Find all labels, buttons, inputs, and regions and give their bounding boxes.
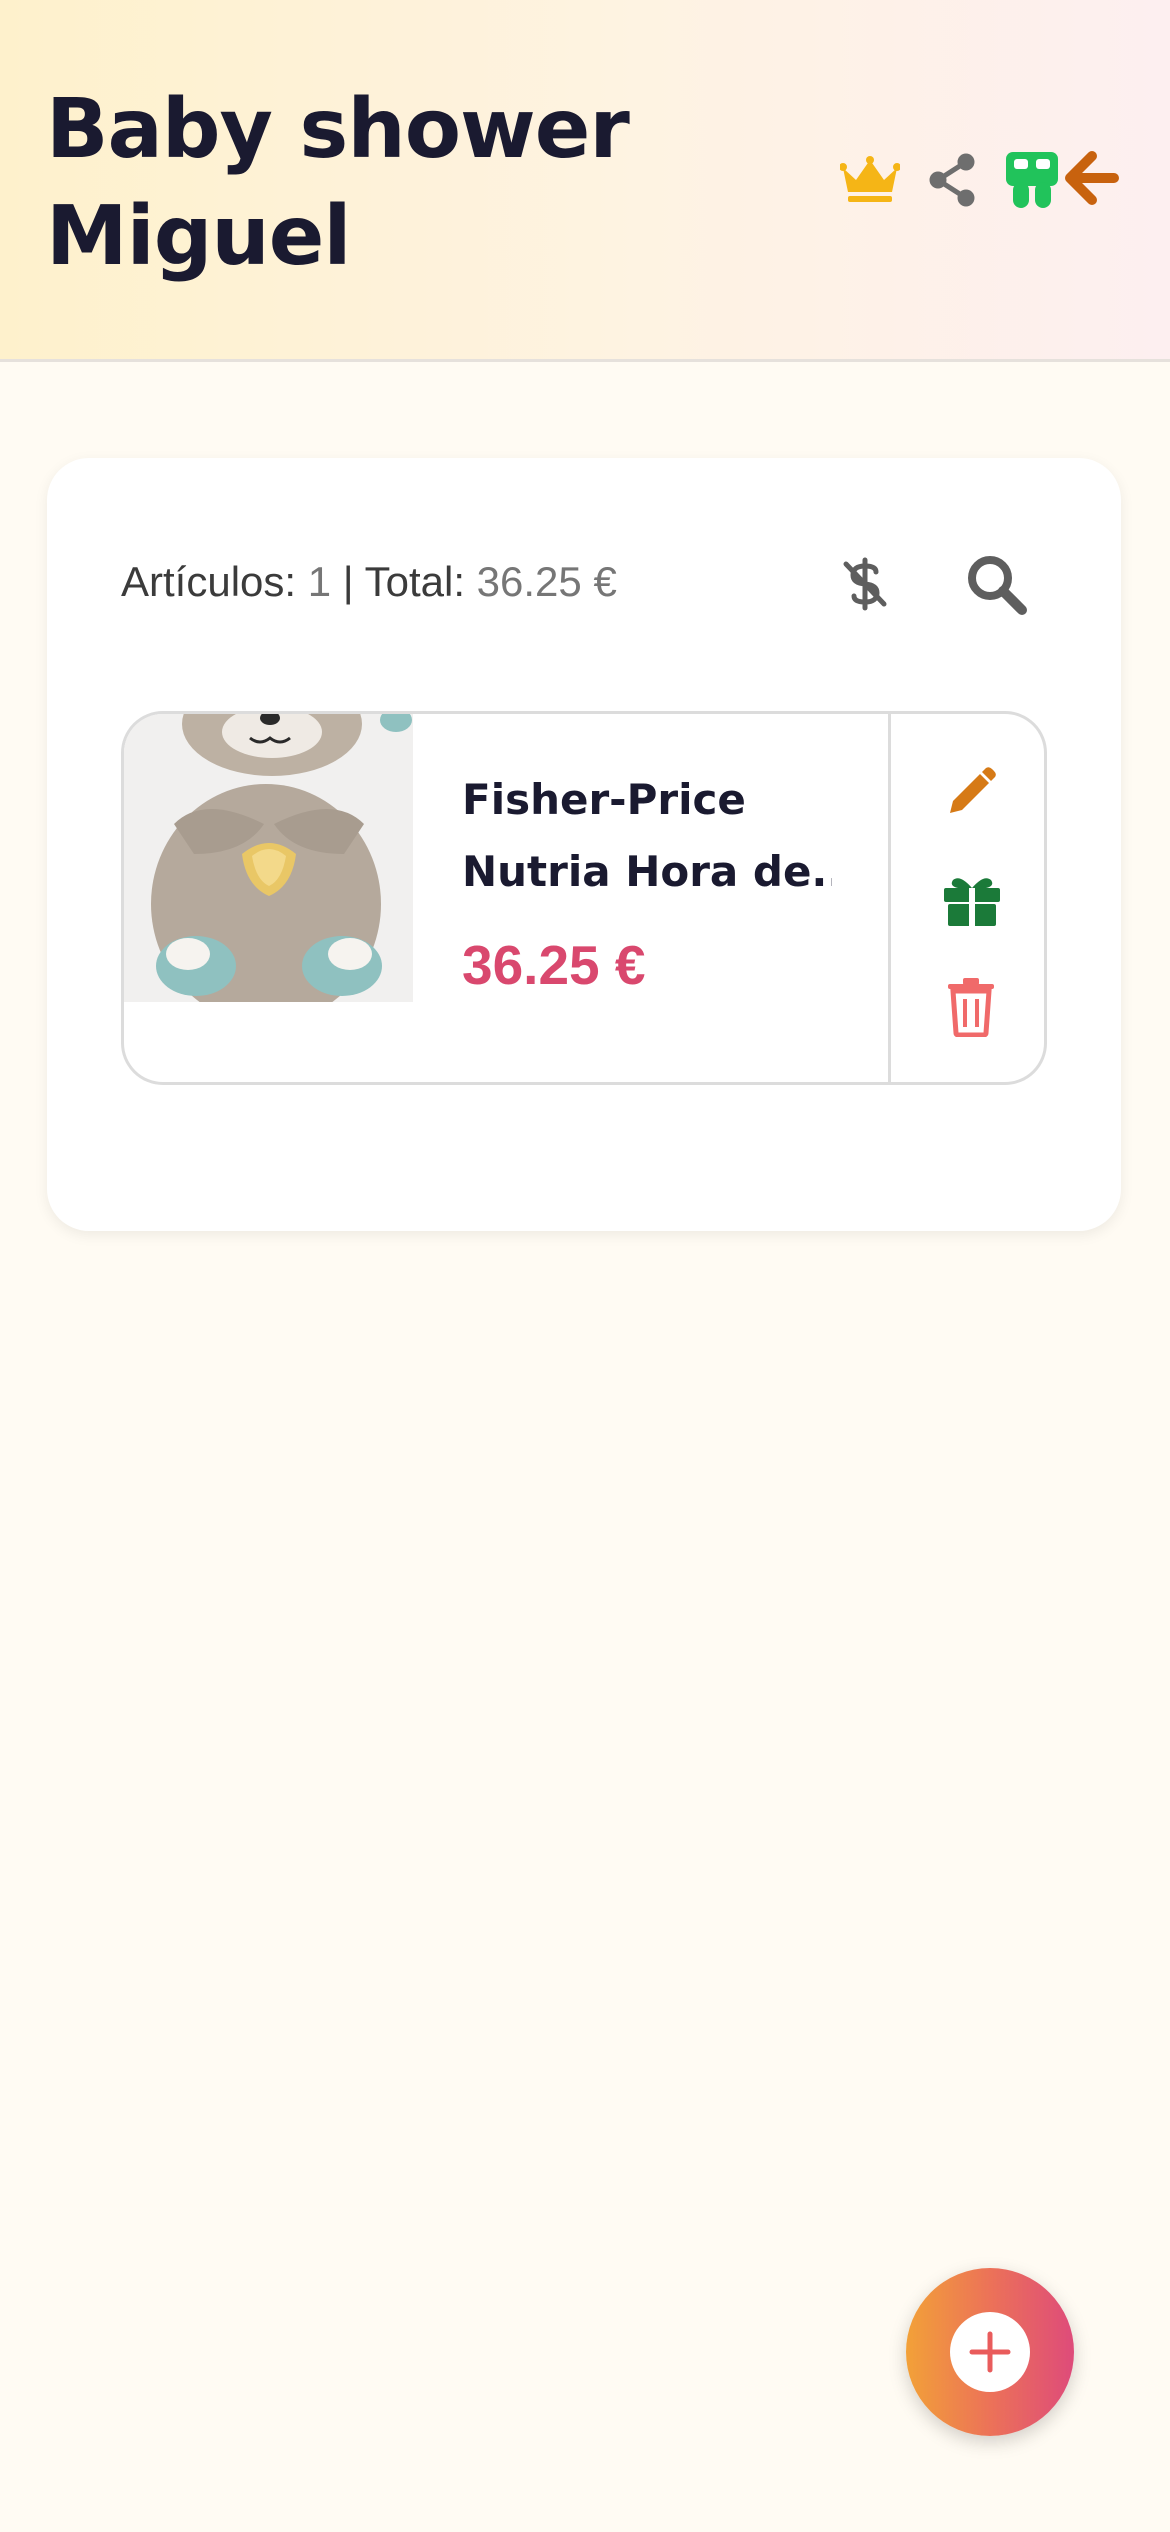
product-name: Fisher-Price Nutria Hora de... (462, 764, 832, 908)
total-label: Total: (364, 558, 465, 605)
delete-icon[interactable] (946, 977, 996, 1038)
product-name-line-2: Nutria Hora de... (462, 847, 832, 896)
items-count: 1 (307, 558, 332, 605)
app-header: Baby shower Miguel (0, 0, 1170, 362)
list-item[interactable]: Fisher-Price Nutria Hora de... 36.25 € (121, 711, 1047, 1085)
app-logo-icon (1004, 148, 1060, 210)
share-icon[interactable] (926, 152, 978, 208)
edit-icon[interactable] (944, 767, 996, 819)
page-title: Baby shower Miguel (46, 76, 666, 290)
items-label: Artículos: (121, 558, 297, 605)
action-divider (888, 714, 891, 1082)
product-price: 36.25 € (462, 934, 646, 996)
gift-icon[interactable] (942, 872, 1002, 928)
title-line-2: Miguel (46, 189, 352, 284)
total-value: 36.25 € (476, 558, 617, 605)
product-image (124, 714, 413, 1002)
search-icon[interactable] (964, 552, 1028, 616)
title-line-1: Baby shower (46, 82, 630, 177)
product-name-line-1: Fisher-Price (462, 775, 746, 824)
summary-separator: | (342, 558, 354, 605)
list-summary: Artículos: 1 | Total: 36.25 € (121, 552, 617, 612)
hide-price-icon[interactable] (840, 556, 890, 612)
crown-icon[interactable] (839, 154, 901, 204)
fab-inner-circle (950, 2312, 1030, 2392)
back-arrow-icon[interactable] (1062, 150, 1120, 206)
add-item-button[interactable] (906, 2268, 1074, 2436)
plus-icon (969, 2331, 1011, 2373)
